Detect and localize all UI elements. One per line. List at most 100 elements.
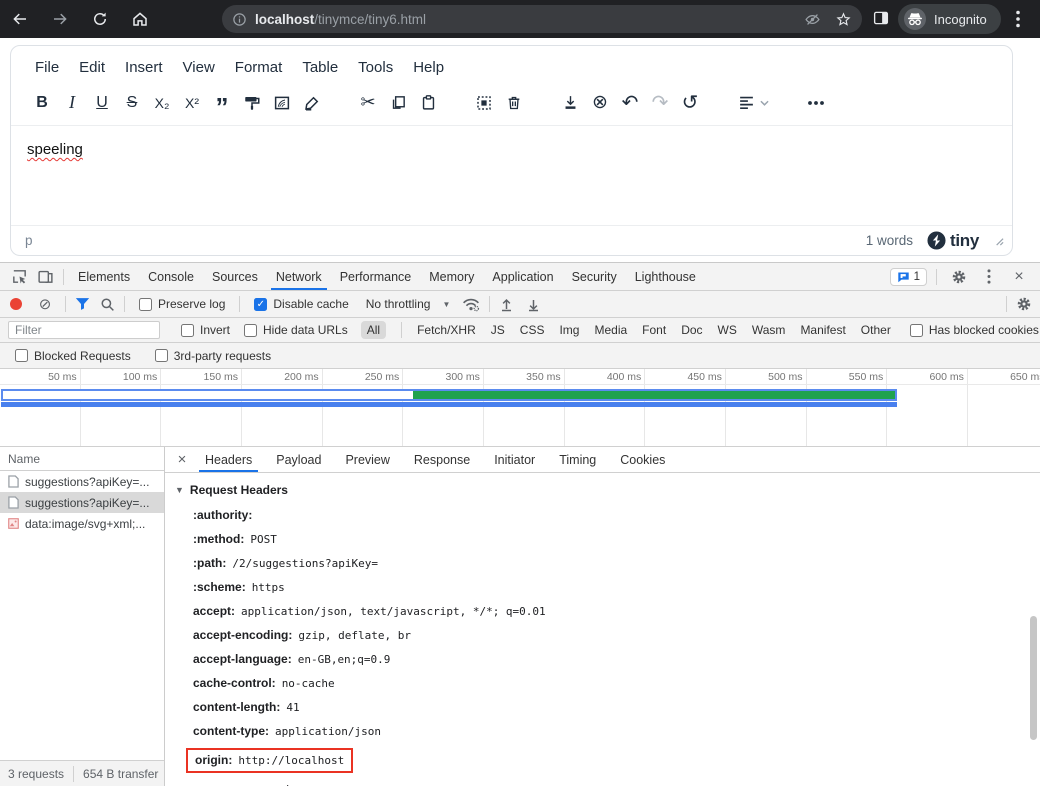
underline-button[interactable]: U: [87, 88, 117, 118]
request-headers-section[interactable]: ▼ Request Headers: [175, 483, 1040, 497]
name-column-header[interactable]: Name: [0, 447, 164, 471]
tab-application[interactable]: Application: [483, 263, 562, 290]
has-blocked-cookies-checkbox[interactable]: Has blocked cookies: [905, 323, 1040, 337]
menu-file[interactable]: File: [25, 55, 69, 80]
misspelled-word[interactable]: speeling: [27, 141, 83, 158]
network-settings-button[interactable]: [1016, 296, 1032, 312]
browser-menu-button[interactable]: [1016, 10, 1020, 28]
detail-tab-preview[interactable]: Preview: [333, 447, 401, 472]
filter-type-font[interactable]: Font: [642, 323, 666, 337]
tab-elements[interactable]: Elements: [69, 263, 139, 290]
forward-button[interactable]: [40, 0, 80, 38]
filter-type-fetch-xhr[interactable]: Fetch/XHR: [417, 323, 476, 337]
redo-button[interactable]: ↷: [645, 88, 675, 118]
superscript-button[interactable]: X²: [177, 88, 207, 118]
third-party-requests-checkbox[interactable]: 3rd-party requests: [150, 349, 276, 363]
more-toolbar-button[interactable]: [801, 88, 831, 118]
reload-button[interactable]: [80, 0, 120, 38]
bold-button[interactable]: B: [27, 88, 57, 118]
filter-type-media[interactable]: Media: [594, 323, 627, 337]
alignment-dropdown-button[interactable]: [731, 88, 775, 118]
devtools-settings-button[interactable]: [946, 264, 972, 290]
menu-table[interactable]: Table: [292, 55, 348, 80]
delete-button[interactable]: [499, 88, 529, 118]
invert-checkbox[interactable]: Invert: [176, 323, 235, 337]
network-overview-timeline[interactable]: 50 ms 100 ms 150 ms 200 ms 250 ms 300 ms…: [0, 369, 1040, 447]
resize-handle-icon[interactable]: [993, 235, 1004, 246]
export-button[interactable]: [555, 88, 585, 118]
back-button[interactable]: [0, 0, 40, 38]
page-embed-button[interactable]: [267, 88, 297, 118]
tab-performance[interactable]: Performance: [331, 263, 421, 290]
filter-type-other[interactable]: Other: [861, 323, 891, 337]
filter-type-img[interactable]: Img: [559, 323, 579, 337]
menu-tools[interactable]: Tools: [348, 55, 403, 80]
cut-button[interactable]: ✂: [353, 88, 383, 118]
preserve-log-checkbox[interactable]: Preserve log: [134, 297, 230, 311]
eye-blocked-icon[interactable]: [804, 11, 821, 28]
search-network-button[interactable]: [100, 297, 115, 312]
blocked-requests-checkbox[interactable]: Blocked Requests: [10, 349, 136, 363]
close-detail-button[interactable]: ×: [171, 451, 193, 468]
tab-memory[interactable]: Memory: [420, 263, 483, 290]
tab-network[interactable]: Network: [267, 263, 331, 290]
filter-type-all[interactable]: All: [361, 321, 386, 339]
italic-button[interactable]: I: [57, 88, 87, 118]
undo-button[interactable]: ↶: [615, 88, 645, 118]
throttling-dropdown[interactable]: No throttling ▼: [358, 297, 459, 311]
subscript-button[interactable]: X₂: [147, 88, 177, 118]
inspect-element-button[interactable]: [6, 264, 32, 290]
devtools-menu-button[interactable]: [976, 264, 1002, 290]
editor-content-area[interactable]: speeling: [11, 126, 1012, 225]
tab-console[interactable]: Console: [139, 263, 203, 290]
site-info-icon[interactable]: [232, 12, 247, 27]
detail-tab-cookies[interactable]: Cookies: [608, 447, 677, 472]
scrollbar-thumb[interactable]: [1030, 616, 1037, 740]
permanent-pen-button[interactable]: [297, 88, 327, 118]
side-panel-button[interactable]: [872, 9, 890, 27]
paste-button[interactable]: [413, 88, 443, 118]
filter-type-wasm[interactable]: Wasm: [752, 323, 786, 337]
menu-view[interactable]: View: [173, 55, 225, 80]
import-har-button[interactable]: [499, 297, 514, 312]
element-path[interactable]: p: [25, 233, 33, 248]
device-toolbar-button[interactable]: [32, 264, 58, 290]
menu-help[interactable]: Help: [403, 55, 454, 80]
filter-type-ws[interactable]: WS: [718, 323, 737, 337]
format-painter-button[interactable]: [237, 88, 267, 118]
menu-insert[interactable]: Insert: [115, 55, 173, 80]
copy-button[interactable]: [383, 88, 413, 118]
detail-tab-response[interactable]: Response: [402, 447, 482, 472]
export-har-button[interactable]: [526, 297, 541, 312]
detail-tab-initiator[interactable]: Initiator: [482, 447, 547, 472]
tab-security[interactable]: Security: [563, 263, 626, 290]
request-row[interactable]: suggestions?apiKey=...: [0, 471, 164, 492]
select-all-button[interactable]: [469, 88, 499, 118]
filter-toggle-button[interactable]: [75, 297, 90, 311]
record-network-log-button[interactable]: [10, 298, 22, 310]
filter-type-doc[interactable]: Doc: [681, 323, 702, 337]
home-button[interactable]: [120, 0, 160, 38]
detail-tab-payload[interactable]: Payload: [264, 447, 333, 472]
remove-button[interactable]: ⊗: [585, 88, 615, 118]
restore-draft-button[interactable]: ↺: [675, 88, 705, 118]
filter-type-manifest[interactable]: Manifest: [800, 323, 845, 337]
detail-tab-headers[interactable]: Headers: [193, 447, 264, 472]
disable-cache-checkbox[interactable]: ✓ Disable cache: [249, 297, 353, 311]
address-bar[interactable]: localhost/tinymce/tiny6.html: [222, 5, 862, 33]
menu-edit[interactable]: Edit: [69, 55, 115, 80]
hide-data-urls-checkbox[interactable]: Hide data URLs: [239, 323, 353, 337]
strikethrough-button[interactable]: S: [117, 88, 147, 118]
tab-sources[interactable]: Sources: [203, 263, 267, 290]
bookmark-star-icon[interactable]: [835, 11, 852, 28]
blockquote-button[interactable]: ”: [207, 88, 237, 118]
filter-input[interactable]: [8, 321, 160, 339]
tinymce-brand[interactable]: tiny: [927, 231, 979, 251]
network-conditions-button[interactable]: [462, 297, 480, 312]
issues-counter-button[interactable]: 1: [890, 268, 927, 286]
request-row-selected[interactable]: suggestions?apiKey=...: [0, 492, 164, 513]
devtools-close-button[interactable]: ×: [1006, 264, 1032, 290]
detail-tab-timing[interactable]: Timing: [547, 447, 608, 472]
tab-lighthouse[interactable]: Lighthouse: [626, 263, 705, 290]
request-row[interactable]: data:image/svg+xml;...: [0, 513, 164, 534]
